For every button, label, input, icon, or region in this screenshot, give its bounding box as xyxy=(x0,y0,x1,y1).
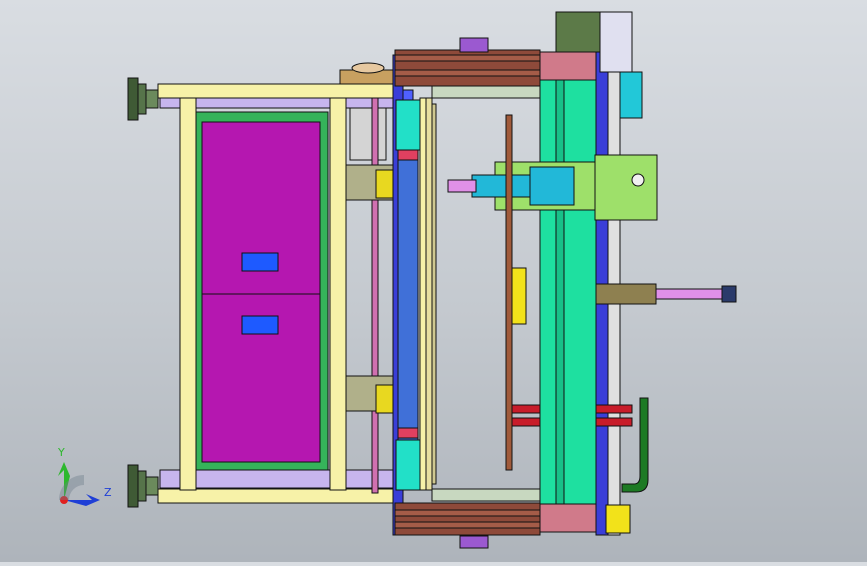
leveling-foot-top xyxy=(127,77,159,121)
top-brown-block xyxy=(394,37,541,87)
cabinet-panel xyxy=(195,111,329,471)
door-label-top xyxy=(241,252,279,272)
bottom-cover xyxy=(539,503,631,534)
cad-viewport[interactable]: Y Z xyxy=(0,0,867,562)
cyan-cylinder xyxy=(395,99,421,491)
triad-y-label: Y xyxy=(58,446,65,459)
side-plates xyxy=(419,97,437,491)
assembly-drawing xyxy=(58,11,737,549)
bottom-brown-block xyxy=(394,502,541,549)
leveling-foot-bottom xyxy=(127,464,159,508)
axis-triad xyxy=(58,462,100,506)
triad-z-label: Z xyxy=(104,486,112,499)
brown-stripe xyxy=(505,114,513,471)
door-label-bottom xyxy=(241,315,279,335)
slider-carriage xyxy=(447,154,658,221)
top-gear xyxy=(339,62,397,85)
guide-column xyxy=(345,97,401,494)
